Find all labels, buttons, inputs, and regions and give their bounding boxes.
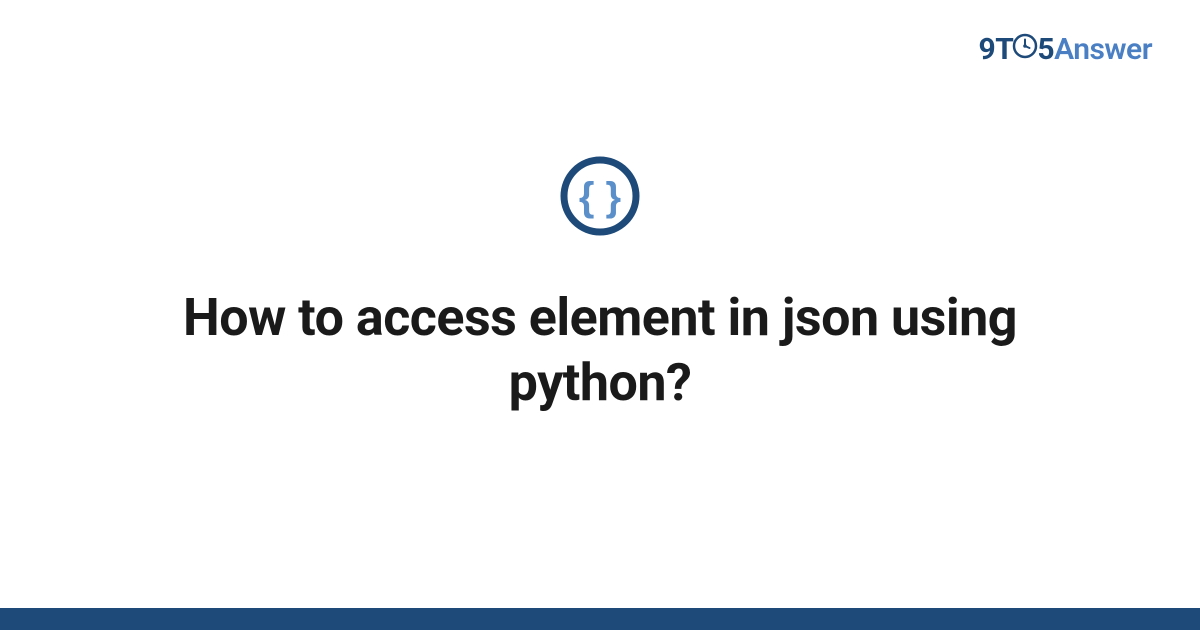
footer-bar [0,608,1200,630]
svg-text:{ }: { } [579,175,621,219]
braces-icon: { } [559,155,641,237]
page-title: How to access element in json using pyth… [120,285,1080,415]
topic-icon-wrapper: { } [559,155,641,237]
logo-text-5: 5 [1037,32,1054,67]
logo-text-9t: 9T [979,32,1014,67]
logo-text-answer: Answer [1054,32,1152,67]
site-logo: 9T 5Answer [979,32,1152,69]
clock-icon [1012,32,1038,67]
main-content: { } How to access element in json using … [0,0,1200,630]
